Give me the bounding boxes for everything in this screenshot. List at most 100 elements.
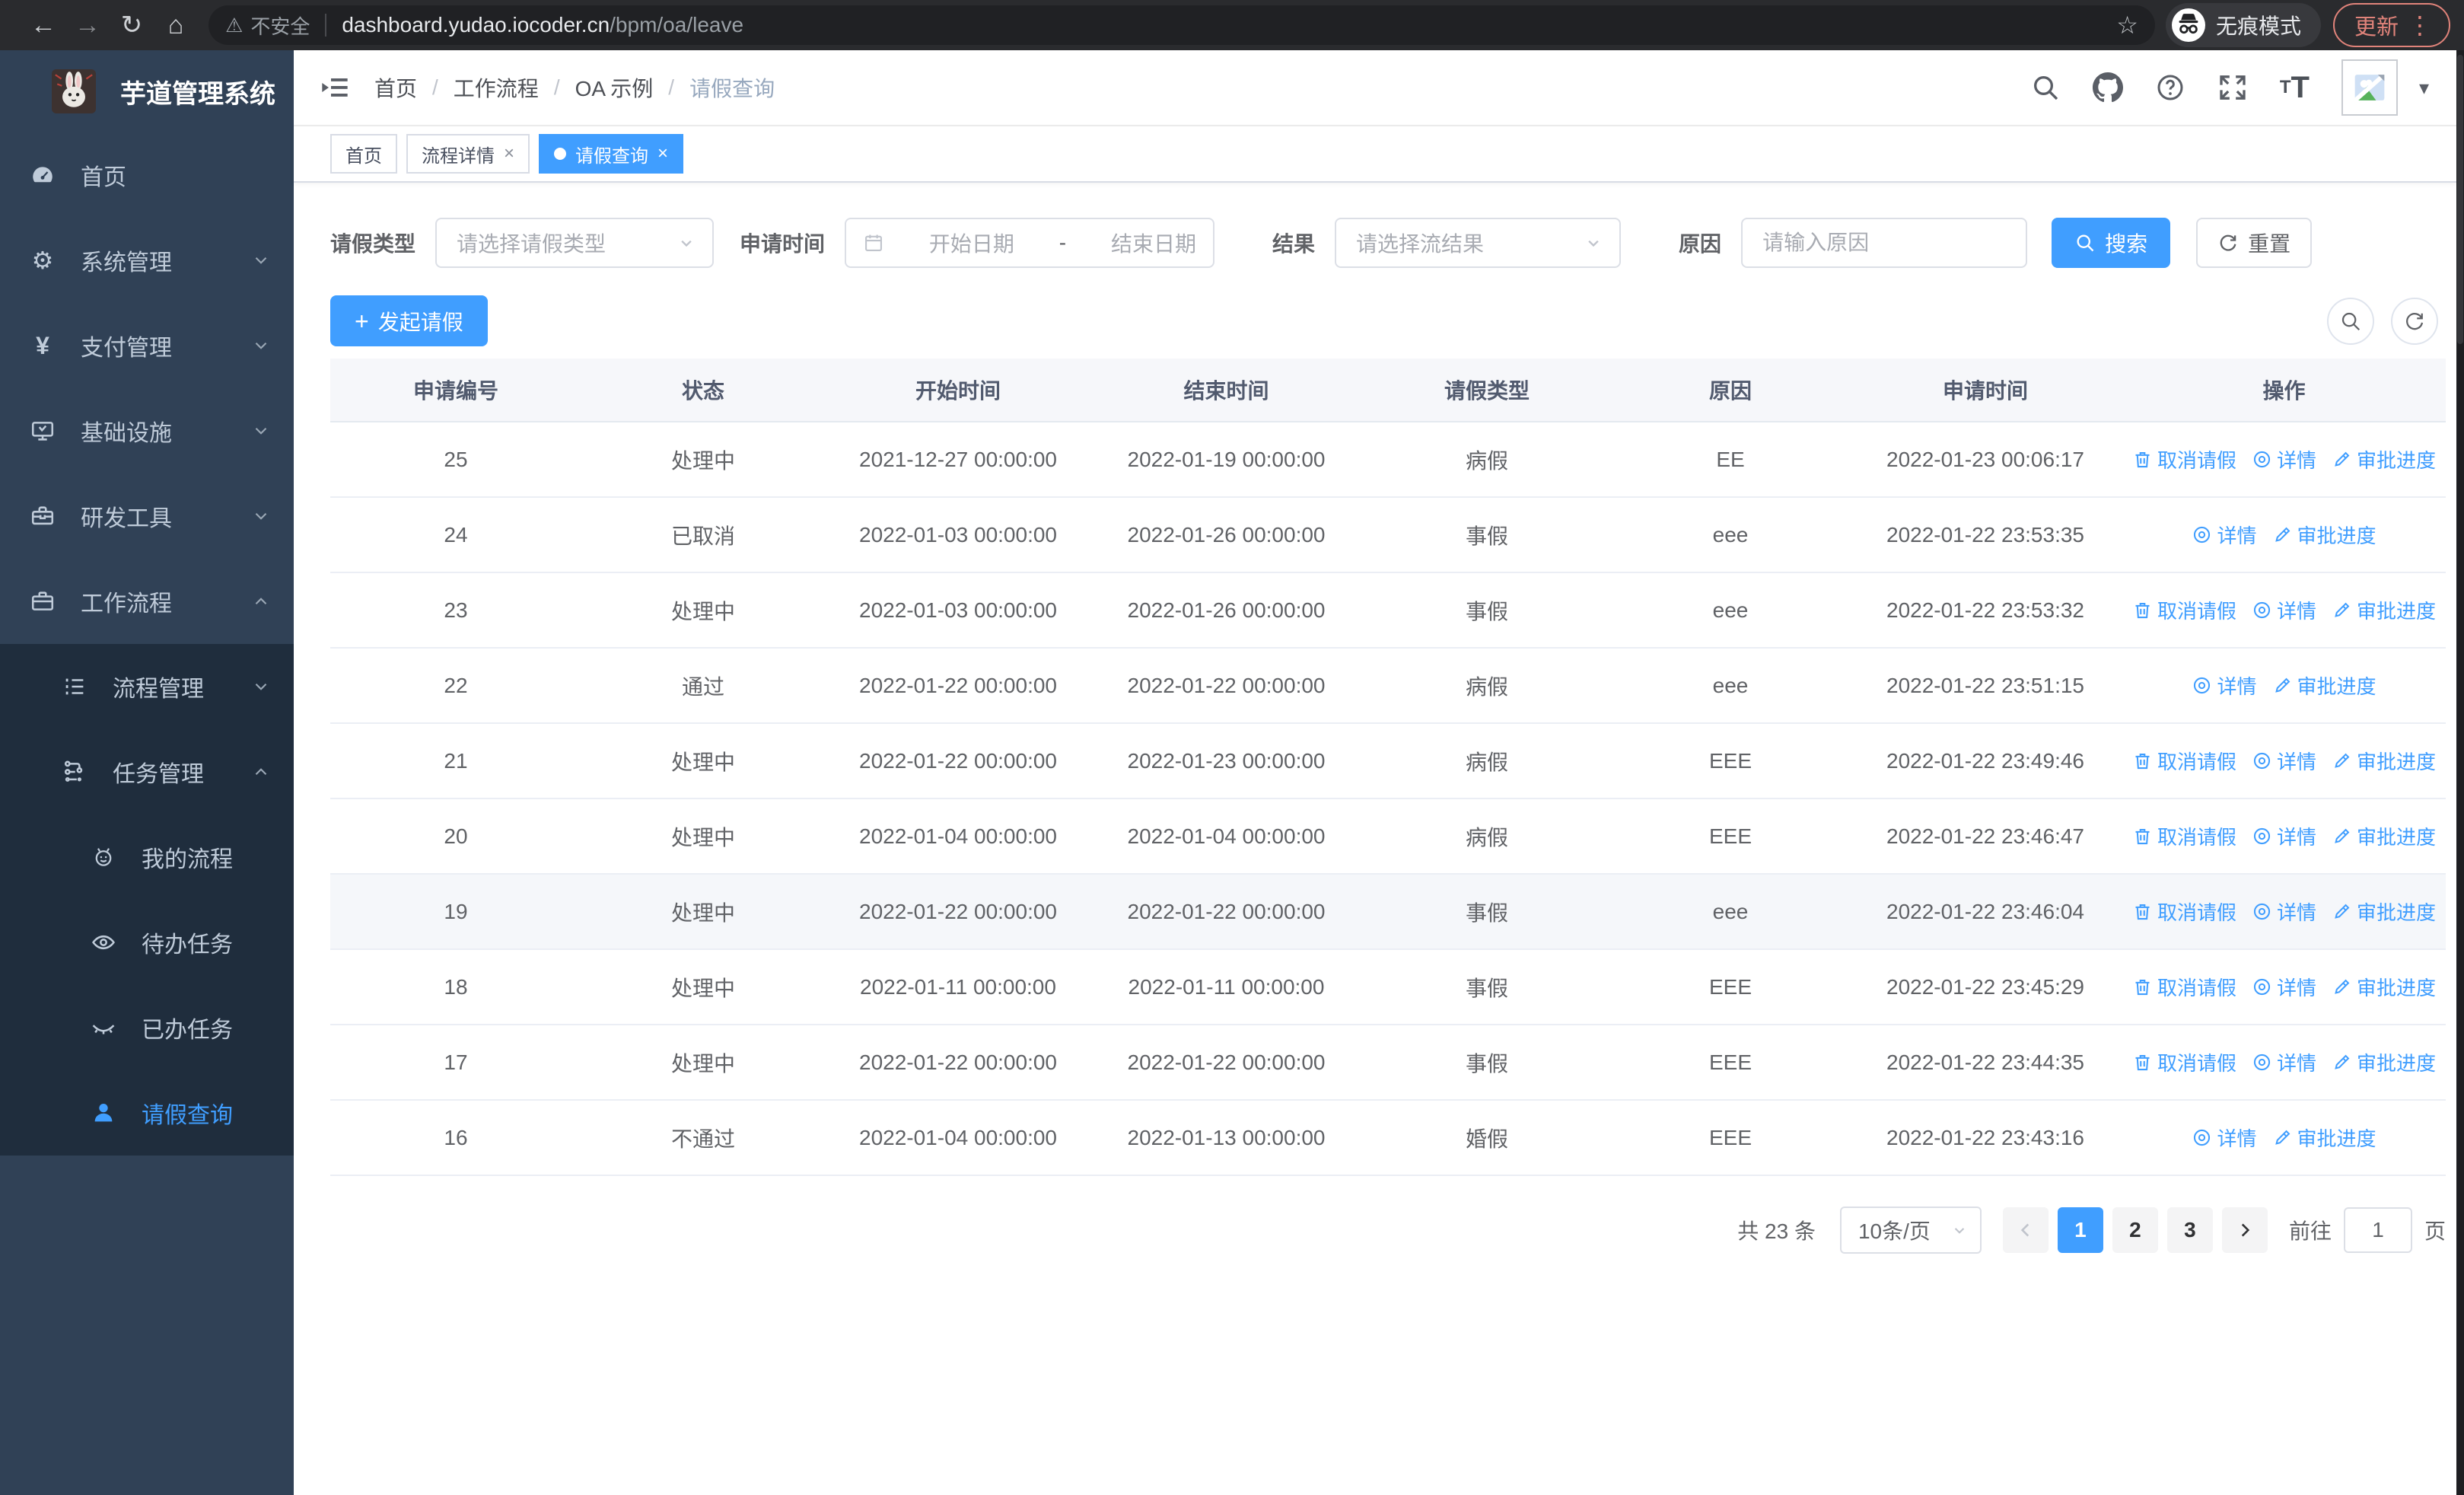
sidebar-item-home[interactable]: 首页 [0, 132, 294, 218]
reset-button[interactable]: 重置 [2196, 218, 2313, 268]
cancel-leave-link[interactable]: 取消请假 [2132, 596, 2236, 624]
forward-icon[interactable]: → [65, 11, 110, 40]
tab-leave-query[interactable]: 请假查询 × [539, 134, 684, 174]
sidebar-toggle-icon[interactable] [320, 72, 350, 103]
eye-icon [90, 929, 117, 955]
reason-input[interactable] [1762, 231, 2007, 255]
progress-link[interactable]: 审批进度 [2332, 822, 2436, 850]
search-toggle-button[interactable] [2327, 297, 2374, 345]
result-select[interactable]: 请选择流结果 [1335, 218, 1622, 268]
close-icon[interactable]: × [657, 143, 668, 164]
sidebar-item-infrastructure[interactable]: 基础设施 [0, 388, 294, 473]
detail-link[interactable]: 详情 [2252, 897, 2316, 926]
progress-link[interactable]: 审批进度 [2332, 747, 2436, 775]
sidebar-item-workflow[interactable]: 工作流程 [0, 559, 294, 644]
detail-link[interactable]: 详情 [2252, 973, 2316, 1001]
font-size-icon[interactable]: TT [2280, 72, 2310, 103]
goto-page-input[interactable] [2343, 1207, 2412, 1253]
home-icon[interactable]: ⌂ [154, 11, 198, 40]
progress-link[interactable]: 审批进度 [2332, 973, 2436, 1001]
detail-link[interactable]: 详情 [2192, 521, 2257, 549]
search-icon[interactable] [2030, 72, 2061, 103]
breadcrumb-home[interactable]: 首页 [374, 72, 417, 103]
col-apply-id: 申请编号 [412, 379, 498, 403]
cell-start-time: 2022-01-04 00:00:00 [859, 824, 1057, 848]
tab-home[interactable]: 首页 [330, 134, 397, 174]
page-size-select[interactable]: 10条/页 [1839, 1207, 1982, 1254]
page-button-3[interactable]: 3 [2166, 1207, 2213, 1253]
browser-menu-icon[interactable]: ⋮ [2399, 11, 2441, 40]
goto-label: 前往 [2288, 1219, 2332, 1243]
edit-icon [2332, 826, 2352, 846]
progress-link[interactable]: 审批进度 [2332, 897, 2436, 926]
fullscreen-icon[interactable] [2217, 72, 2248, 103]
progress-link[interactable]: 审批进度 [2332, 1048, 2436, 1076]
cancel-leave-link[interactable]: 取消请假 [2132, 822, 2236, 850]
detail-link[interactable]: 详情 [2252, 1048, 2316, 1076]
sidebar-item-leave-query[interactable]: 请假查询 [0, 1070, 294, 1156]
page-button-1[interactable]: 1 [2057, 1207, 2103, 1253]
edit-icon [2332, 449, 2352, 470]
cancel-leave-link[interactable]: 取消请假 [2132, 897, 2236, 926]
cancel-leave-link[interactable]: 取消请假 [2132, 973, 2236, 1001]
refresh-button[interactable] [2391, 297, 2438, 345]
sidebar-item-todo-tasks[interactable]: 待办任务 [0, 900, 294, 985]
create-leave-button[interactable]: + 发起请假 [330, 295, 488, 346]
url-bar[interactable]: ⚠ 不安全 dashboard.yudao.iocoder.cn/bpm/oa/… [209, 5, 2155, 45]
sidebar-item-payment-management[interactable]: ¥ 支付管理 [0, 303, 294, 388]
detail-link[interactable]: 详情 [2252, 822, 2316, 850]
detail-link[interactable]: 详情 [2192, 1124, 2257, 1152]
cell-actions: 详情 审批进度 [2122, 671, 2446, 700]
close-icon[interactable]: × [504, 143, 514, 164]
tab-process-detail[interactable]: 流程详情 × [406, 134, 530, 174]
next-page-button[interactable] [2221, 1207, 2268, 1253]
detail-link[interactable]: 详情 [2252, 445, 2316, 473]
security-warning-icon[interactable]: ⚠ [225, 14, 243, 37]
reload-icon[interactable]: ↻ [110, 10, 154, 40]
breadcrumb-separator: / [553, 75, 560, 99]
app-logo[interactable]: 芋道管理系统 [0, 50, 294, 132]
bookmark-star-icon[interactable]: ☆ [2116, 11, 2138, 40]
sidebar-item-my-processes[interactable]: 我的流程 [0, 814, 294, 900]
list-icon [61, 674, 88, 700]
cancel-leave-link[interactable]: 取消请假 [2132, 1048, 2236, 1076]
update-button[interactable]: 更新 [2354, 9, 2399, 41]
cancel-leave-link[interactable]: 取消请假 [2132, 445, 2236, 473]
help-icon[interactable] [2155, 72, 2185, 103]
detail-link[interactable]: 详情 [2252, 747, 2316, 775]
detail-link[interactable]: 详情 [2252, 596, 2316, 624]
search-icon [2341, 312, 2361, 330]
detail-link[interactable]: 详情 [2192, 671, 2257, 700]
github-icon[interactable] [2092, 72, 2123, 103]
progress-link[interactable]: 审批进度 [2272, 1124, 2376, 1152]
sidebar-item-done-tasks[interactable]: 已办任务 [0, 985, 294, 1070]
sidebar-item-process-management[interactable]: 流程管理 [0, 644, 294, 729]
avatar[interactable] [2341, 59, 2398, 116]
progress-link[interactable]: 审批进度 [2332, 596, 2436, 624]
workflow-submenu: 流程管理 任务管理 我的流程 待办任务 已办任务 请假查询 [0, 644, 294, 1156]
yen-icon: ¥ [36, 331, 49, 359]
cancel-leave-link[interactable]: 取消请假 [2132, 747, 2236, 775]
browser-scrollbar[interactable] [2456, 50, 2464, 1495]
breadcrumb-oa-example[interactable]: OA 示例 [575, 72, 654, 103]
caret-down-icon[interactable]: ▾ [2419, 76, 2429, 100]
prev-page-button[interactable] [2002, 1207, 2049, 1253]
leave-type-select[interactable]: 请选择请假类型 [435, 218, 715, 268]
page-button-2[interactable]: 2 [2112, 1207, 2158, 1253]
sidebar-item-system-management[interactable]: ⚙ 系统管理 [0, 218, 294, 303]
table-body: 25 处理中 2021-12-27 00:00:00 2022-01-19 00:00… [330, 422, 2446, 1176]
search-button[interactable]: 搜索 [2052, 218, 2171, 268]
cell-apply-id: 19 [444, 899, 468, 923]
progress-link[interactable]: 审批进度 [2272, 671, 2376, 700]
sidebar-item-task-management[interactable]: 任务管理 [0, 729, 294, 814]
cell-actions: 取消请假 详情 审批进度 [2122, 822, 2446, 850]
breadcrumb-workflow[interactable]: 工作流程 [454, 72, 539, 103]
back-icon[interactable]: ← [21, 11, 65, 40]
apply-time-range-picker[interactable]: 开始日期 - 结束日期 [845, 218, 1215, 268]
table-header: 申请编号 状态 开始时间 结束时间 请假类型 原因 申请时间 操作 [330, 359, 2446, 422]
breadcrumb-separator: / [432, 75, 438, 99]
sidebar-item-dev-tools[interactable]: 研发工具 [0, 473, 294, 559]
progress-link[interactable]: 审批进度 [2332, 445, 2436, 473]
progress-link[interactable]: 审批进度 [2272, 521, 2376, 549]
scrollbar-thumb[interactable] [2457, 55, 2463, 344]
